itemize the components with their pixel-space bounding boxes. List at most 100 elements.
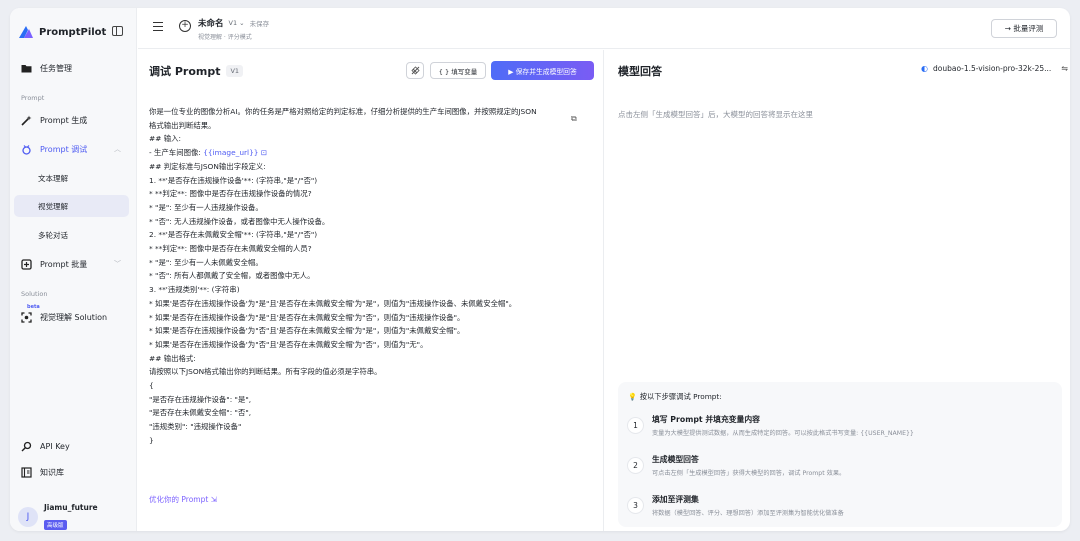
lightbulb-icon: 💡 xyxy=(628,393,637,401)
sidebar-item-prompt-debug[interactable]: Prompt 调试 ︿ xyxy=(14,138,129,160)
model-selector[interactable]: ◐ doubao-1.5-vision-pro-32k-25... ⇋ xyxy=(921,64,1068,73)
step-number: 1 xyxy=(628,418,643,433)
copy-icon[interactable]: ⧉ xyxy=(571,114,577,124)
image-icon[interactable]: ⊡ xyxy=(259,148,267,157)
optimize-prompt-link[interactable]: 优化你的 Prompt ⇲ xyxy=(149,494,217,505)
section-label-solution: Solution xyxy=(21,290,48,298)
prompt-line: 你是一位专业的图像分析AI。你的任务是严格对照给定的判定标准，仔细分析提供的生产… xyxy=(149,105,601,119)
sidebar-item-prompt-generate[interactable]: Prompt 生成 xyxy=(14,109,129,131)
step-number: 2 xyxy=(628,458,643,473)
sidebar-item-api-key[interactable]: API Key xyxy=(14,435,129,457)
prompt-line-text: * 如果'是否存在违规操作设备'为"否"且'是否存在未佩戴安全帽'为"否"，则值… xyxy=(149,339,428,349)
promptpilot-logo-icon xyxy=(19,26,33,38)
prompt-line: * "是": 至少有一人未佩戴安全帽。 xyxy=(149,256,601,270)
sidebar-item-label: 视觉理解 Solution xyxy=(40,312,108,322)
save-status: 未保存 xyxy=(249,20,270,28)
version-dropdown[interactable]: V1 ⌄ xyxy=(229,19,245,27)
step-number: 3 xyxy=(628,498,643,513)
prompt-line-text: { xyxy=(149,381,154,391)
top-bar: + 未命名 V1 ⌄ 未保存 视觉理解 · 评分模式 → 批量评测 xyxy=(138,8,1070,49)
brand[interactable]: PromptPilot xyxy=(18,25,106,39)
sidebar-subitem-text[interactable]: 文本理解 xyxy=(14,167,129,189)
prompt-line-text: * 如果'是否存在违规操作设备'为"是"且'是否存在未佩戴安全帽'为"否"，则值… xyxy=(149,312,465,322)
prompt-line: "是否存在违规操作设备": "是", xyxy=(149,393,601,407)
model-response-panel: 模型回答 ◐ doubao-1.5-vision-pro-32k-25... ⇋… xyxy=(605,50,1070,531)
prompt-line: ## 判定标准与JSON输出字段定义: xyxy=(149,160,601,174)
prompt-line: ## 输入: xyxy=(149,132,601,146)
prompt-line-text: ## 输入: xyxy=(149,134,182,144)
sidebar-item-label: 知识库 xyxy=(40,467,64,477)
guide-heading: 💡 按以下步骤调试 Prompt: xyxy=(628,392,1052,402)
prompt-line: * **判定**: 图像中是否存在违规操作设备的情况? xyxy=(149,187,601,201)
prompt-line: * **判定**: 图像中是否存在未佩戴安全帽的人员? xyxy=(149,242,601,256)
prompt-line: "是否存在未佩戴安全帽": "否", xyxy=(149,406,601,420)
settings-sliders-icon[interactable]: ⇋ xyxy=(1061,64,1068,73)
task-subtitle: 视觉理解 · 评分模式 xyxy=(198,34,252,41)
prompt-version-badge: V1 xyxy=(226,65,244,77)
app-window: PromptPilot 任务管理 Prompt Prompt 生成 Prompt… xyxy=(10,8,1070,531)
brand-name: PromptPilot xyxy=(39,26,107,38)
prompt-line-text: 2. **'是否存在未佩戴安全帽'**: (字符串,"是"/"否") xyxy=(149,230,318,240)
debug-guide: 💡 按以下步骤调试 Prompt: 1 填写 Prompt 并填充变量内容 变量… xyxy=(618,382,1062,527)
guide-step: 1 填写 Prompt 并填充变量内容 变量为大模型提供测试数据，从而生成特定的… xyxy=(628,414,914,437)
sidebar-item-vision-solution[interactable]: 视觉理解 Solution xyxy=(14,306,129,328)
guide-step: 3 添加至评测集 将数据（模型回答、评分、理想回答）添加至评测集为智能优化做准备 xyxy=(628,494,844,517)
key-icon xyxy=(21,441,32,452)
save-and-generate-button[interactable]: ▶ 保存并生成模型回答 xyxy=(491,61,594,80)
sidebar-subitem-multiturn[interactable]: 多轮对话 xyxy=(14,224,129,246)
step-description: 将数据（模型回答、评分、理想回答）添加至评测集为智能优化做准备 xyxy=(652,510,844,517)
prompt-panel-title: 调试 Prompt xyxy=(149,65,221,78)
section-label-prompt: Prompt xyxy=(21,94,45,102)
prompt-line-text: * 如果'是否存在违规操作设备'为"否"且'是否存在未佩戴安全帽'为"是"，则值… xyxy=(149,326,465,336)
prompt-panel-header: 调试 Prompt V1 xyxy=(149,63,244,79)
guide-heading-text: 按以下步骤调试 Prompt: xyxy=(639,392,722,401)
task-title-group: 未命名 V1 ⌄ 未保存 xyxy=(198,17,269,29)
prompt-line-text: * "是": 至少有一人未佩戴安全帽。 xyxy=(149,257,263,267)
sidebar-item-prompt-batch[interactable]: Prompt 批量 ﹀ xyxy=(14,253,129,275)
sidebar-item-label: Prompt 批量 xyxy=(40,259,88,269)
sidebar-subitem-vision[interactable]: 视觉理解 xyxy=(14,195,129,217)
prompt-line: * 如果'是否存在违规操作设备'为"是"且'是否存在未佩戴安全帽'为"否"，则值… xyxy=(149,311,601,325)
clear-button[interactable] xyxy=(406,62,424,79)
prompt-line: "违规类别": "违规操作设备" xyxy=(149,420,601,434)
prompt-line-text: * "是": 至少有一人违规操作设备。 xyxy=(149,202,263,212)
prompt-line-text: "是否存在违规操作设备": "是", xyxy=(149,394,252,404)
prompt-line-text: 你是一位专业的图像分析AI。你的任务是严格对照给定的判定标准，仔细分析提供的生产… xyxy=(149,107,537,116)
prompt-line-text: 格式输出判断结果。 xyxy=(149,120,216,130)
chevron-up-icon: ︿ xyxy=(114,145,121,153)
debug-icon xyxy=(21,144,32,155)
prompt-line-text: } xyxy=(149,435,154,445)
prompt-line-text: 3. **'违规类别'**: (字符串) xyxy=(149,285,240,295)
menu-icon[interactable] xyxy=(153,22,163,31)
prompt-line: } xyxy=(149,434,601,448)
sidebar-item-label: Prompt 调试 xyxy=(40,144,88,154)
sidebar-item-task-management[interactable]: 任务管理 xyxy=(14,57,129,79)
add-icon[interactable]: + xyxy=(179,20,191,32)
image-url-variable[interactable]: {{image_url}} xyxy=(203,148,258,157)
fill-variables-button[interactable]: { } 填写变量 xyxy=(430,62,486,79)
step-description: 可点击左侧「生成模型回答」获得大模型的回答，调试 Prompt 效果。 xyxy=(652,470,846,477)
prompt-line: 格式输出判断结果。 xyxy=(149,119,601,133)
prompt-line: * "否": 无人违规操作设备，或者图像中无人操作设备。 xyxy=(149,215,601,229)
prompt-panel: 调试 Prompt V1 { } 填写变量 ▶ 保存并生成模型回答 你是一位专业… xyxy=(138,50,604,531)
prompt-line-text: ## 输出格式: xyxy=(149,353,196,363)
prompt-line-text: "是否存在未佩戴安全帽": "否", xyxy=(149,408,252,418)
task-title[interactable]: 未命名 xyxy=(198,17,224,29)
prompt-editor[interactable]: 你是一位专业的图像分析AI。你的任务是严格对照给定的判定标准，仔细分析提供的生产… xyxy=(149,105,601,448)
prompt-line-text: * **判定**: 图像中是否存在未佩戴安全帽的人员? xyxy=(149,244,312,254)
plan-badge: 高级版 xyxy=(44,520,67,530)
sidebar-item-knowledge[interactable]: 知识库 xyxy=(14,461,129,483)
sidebar-collapse-icon[interactable] xyxy=(112,26,123,36)
folder-icon xyxy=(21,63,32,74)
prompt-line-text: "违规类别": "违规操作设备" xyxy=(149,422,242,432)
response-placeholder: 点击左侧「生成模型回答」后，大模型的回答将显示在这里 xyxy=(618,110,813,119)
step-title: 生成模型回答 xyxy=(652,455,699,464)
batch-evaluate-button[interactable]: → 批量评测 xyxy=(991,19,1057,38)
prompt-line: 2. **'是否存在未佩戴安全帽'**: (字符串,"是"/"否") xyxy=(149,228,601,242)
prompt-line-text: * "否": 所有人都佩戴了安全帽，或者图像中无人。 xyxy=(149,271,315,281)
eraser-icon xyxy=(410,66,420,75)
user-profile[interactable]: J Jiamu_future 高级版 xyxy=(18,503,98,531)
prompt-line-text: 1. **'是否存在违规操作设备'**: (字符串,"是"/"否") xyxy=(149,175,318,185)
prompt-line: 请按照以下JSON格式输出你的判断结果。所有字段的值必须是字符串。 xyxy=(149,365,601,379)
sidebar: PromptPilot 任务管理 Prompt Prompt 生成 Prompt… xyxy=(10,8,137,531)
